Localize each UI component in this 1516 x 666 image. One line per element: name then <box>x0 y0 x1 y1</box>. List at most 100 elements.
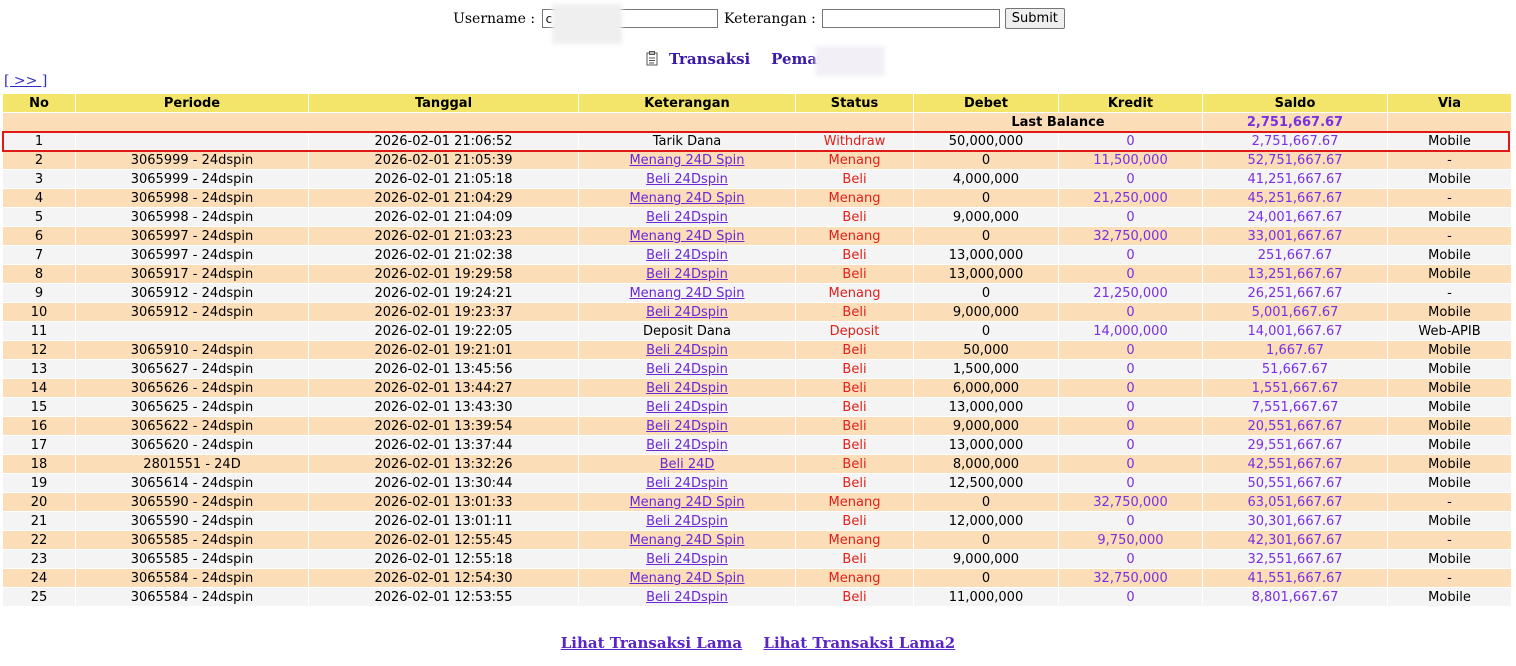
next-page-link[interactable]: [ >> ] <box>4 73 47 89</box>
row-saldo: 24,001,667.67 <box>1203 208 1387 226</box>
keterangan-link[interactable]: Menang 24D Spin <box>629 286 744 301</box>
keterangan-link[interactable]: Beli 24Dspin <box>646 172 728 187</box>
row-tanggal: 2026-02-01 19:21:01 <box>309 341 578 359</box>
row-via: Mobile <box>1388 303 1511 321</box>
keterangan-link[interactable]: Beli 24Dspin <box>646 362 728 377</box>
row-keterangan: Menang 24D Spin <box>579 227 795 245</box>
row-debet: 0 <box>914 151 1058 169</box>
row-debet: 11,000,000 <box>914 588 1058 606</box>
row-no: 22 <box>3 531 75 549</box>
keterangan-link[interactable]: Menang 24D Spin <box>629 191 744 206</box>
row-saldo: 42,301,667.67 <box>1203 531 1387 549</box>
lihat-transaksi-lama-link[interactable]: Lihat Transaksi Lama <box>561 634 742 652</box>
row-keterangan: Beli 24Dspin <box>579 417 795 435</box>
keterangan-link[interactable]: Menang 24D Spin <box>629 533 744 548</box>
row-no: 20 <box>3 493 75 511</box>
row-via: Mobile <box>1388 550 1511 568</box>
keterangan-link[interactable]: Beli 24Dspin <box>646 400 728 415</box>
keterangan-link[interactable]: Beli 24Dspin <box>646 248 728 263</box>
row-via: Mobile <box>1388 170 1511 188</box>
table-row: 11 2026-02-01 19:22:05 Deposit Dana Deposit… <box>3 322 1511 340</box>
column-header: Via <box>1388 94 1511 112</box>
keterangan-link[interactable]: Menang 24D Spin <box>629 153 744 168</box>
row-debet: 13,000,000 <box>914 246 1058 264</box>
row-status: Menang <box>796 569 913 587</box>
table-row: 16 3065622 - 24dspin 2026-02-01 13:39:54 Be… <box>3 417 1511 435</box>
row-tanggal: 2026-02-01 13:32:26 <box>309 455 578 473</box>
keterangan-link[interactable]: Beli 24Dspin <box>646 267 728 282</box>
row-kredit: 0 <box>1059 398 1202 416</box>
row-no: 25 <box>3 588 75 606</box>
row-tanggal: 2026-02-01 21:06:52 <box>309 132 578 150</box>
row-tanggal: 2026-02-01 13:01:33 <box>309 493 578 511</box>
row-kredit: 14,000,000 <box>1059 322 1202 340</box>
row-keterangan: Beli 24D <box>579 455 795 473</box>
table-header-row: No Periode Tanggal Keterangan Status Debet Kre… <box>3 94 1511 112</box>
row-status: Beli <box>796 208 913 226</box>
row-status: Menang <box>796 151 913 169</box>
row-periode: 3065912 - 24dspin <box>76 303 308 321</box>
table-row: 17 3065620 - 24dspin 2026-02-01 13:37:44 Be… <box>3 436 1511 454</box>
row-via: Mobile <box>1388 246 1511 264</box>
keterangan-input[interactable] <box>822 9 1001 28</box>
row-via: Mobile <box>1388 265 1511 283</box>
table-row: 14 3065626 - 24dspin 2026-02-01 13:44:27 Be… <box>3 379 1511 397</box>
row-status: Menang <box>796 189 913 207</box>
document-icon <box>646 51 658 66</box>
submit-button[interactable]: Submit <box>1004 8 1065 29</box>
footer-links: Lihat Transaksi Lama Lihat Transaksi Lam… <box>0 634 1516 652</box>
row-status: Menang <box>796 284 913 302</box>
row-periode: 3065614 - 24dspin <box>76 474 308 492</box>
keterangan-link[interactable]: Beli 24Dspin <box>646 210 728 225</box>
keterangan-link[interactable]: Menang 24D Spin <box>629 495 744 510</box>
row-periode: 3065626 - 24dspin <box>76 379 308 397</box>
table-row: 19 3065614 - 24dspin 2026-02-01 13:30:44 Be… <box>3 474 1511 492</box>
row-via: - <box>1388 569 1511 587</box>
row-tanggal: 2026-02-01 21:03:23 <box>309 227 578 245</box>
row-status: Beli <box>796 512 913 530</box>
row-periode: 3065585 - 24dspin <box>76 531 308 549</box>
row-keterangan: Beli 24Dspin <box>579 379 795 397</box>
keterangan-link[interactable]: Beli 24Dspin <box>646 590 728 605</box>
row-kredit: 0 <box>1059 170 1202 188</box>
keterangan-link[interactable]: Menang 24D Spin <box>629 229 744 244</box>
row-kredit: 21,250,000 <box>1059 284 1202 302</box>
row-periode: 3065585 - 24dspin <box>76 550 308 568</box>
keterangan-link[interactable]: Beli 24Dspin <box>646 381 728 396</box>
row-via: Mobile <box>1388 474 1511 492</box>
row-tanggal: 2026-02-01 19:23:37 <box>309 303 578 321</box>
row-no: 11 <box>3 322 75 340</box>
lihat-transaksi-lama2-link[interactable]: Lihat Transaksi Lama2 <box>763 634 955 652</box>
pemain-redaction <box>815 46 885 76</box>
table-row: 20 3065590 - 24dspin 2026-02-01 13:01:33 Me… <box>3 493 1511 511</box>
keterangan-link[interactable]: Beli 24Dspin <box>646 438 728 453</box>
row-via: - <box>1388 284 1511 302</box>
row-saldo: 29,551,667.67 <box>1203 436 1387 454</box>
row-status: Beli <box>796 379 913 397</box>
row-periode: 3065622 - 24dspin <box>76 417 308 435</box>
keterangan-link[interactable]: Beli 24Dspin <box>646 343 728 358</box>
row-tanggal: 2026-02-01 13:39:54 <box>309 417 578 435</box>
keterangan-link[interactable]: Beli 24D <box>660 457 715 472</box>
last-balance-label: Last Balance <box>914 113 1202 131</box>
row-saldo: 13,251,667.67 <box>1203 265 1387 283</box>
row-no: 15 <box>3 398 75 416</box>
keterangan-link[interactable]: Beli 24Dspin <box>646 305 728 320</box>
row-via: - <box>1388 227 1511 245</box>
row-no: 23 <box>3 550 75 568</box>
row-no: 19 <box>3 474 75 492</box>
row-keterangan: Beli 24Dspin <box>579 303 795 321</box>
table-row: 2 3065999 - 24dspin 2026-02-01 21:05:39 Men… <box>3 151 1511 169</box>
keterangan-link[interactable]: Beli 24Dspin <box>646 552 728 567</box>
keterangan-link[interactable]: Beli 24Dspin <box>646 419 728 434</box>
transaction-table: No Periode Tanggal Keterangan Status Debet Kre… <box>2 93 1512 607</box>
keterangan-link[interactable]: Beli 24Dspin <box>646 514 728 529</box>
row-keterangan: Tarik Dana <box>579 132 795 150</box>
row-via: Mobile <box>1388 398 1511 416</box>
row-saldo: 52,751,667.67 <box>1203 151 1387 169</box>
table-row: 23 3065585 - 24dspin 2026-02-01 12:55:18 Be… <box>3 550 1511 568</box>
row-no: 9 <box>3 284 75 302</box>
keterangan-link[interactable]: Menang 24D Spin <box>629 571 744 586</box>
row-periode: 3065999 - 24dspin <box>76 151 308 169</box>
keterangan-link[interactable]: Beli 24Dspin <box>646 476 728 491</box>
